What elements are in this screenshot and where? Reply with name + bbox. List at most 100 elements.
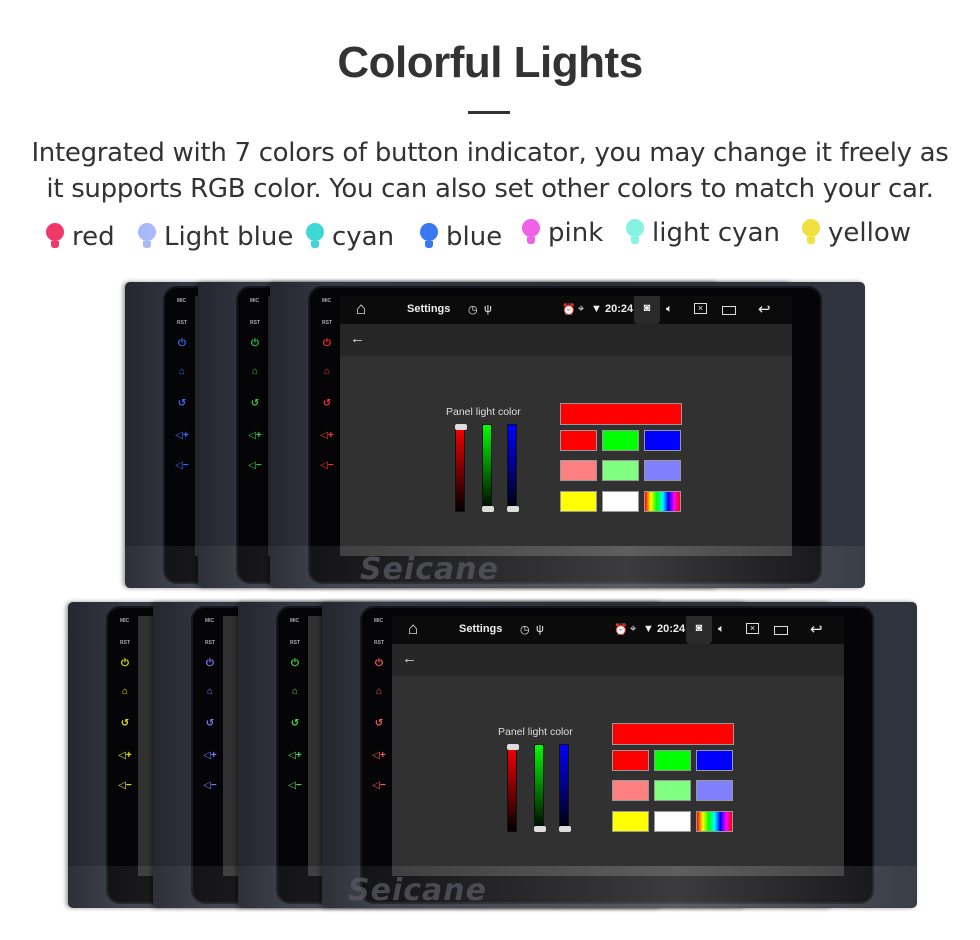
volume-down-button[interactable]: ◁− <box>175 460 189 471</box>
app-title: Settings <box>407 303 451 315</box>
bulb-icon <box>626 219 644 247</box>
volume-down-button[interactable]: ◁− <box>118 780 132 791</box>
blue-slider[interactable] <box>559 744 571 832</box>
color-swatch[interactable] <box>696 750 733 771</box>
back-icon[interactable]: ↩ <box>758 300 771 318</box>
legend-item-yellow: yellow <box>802 218 911 248</box>
wifi-icon: ▼ <box>591 303 602 315</box>
slider-knob[interactable] <box>534 826 546 832</box>
color-swatch[interactable] <box>560 491 597 512</box>
home-button[interactable]: ⌂ <box>118 686 132 697</box>
back-button[interactable]: ↺ <box>175 398 189 409</box>
volume-up-button[interactable]: ◁+ <box>248 430 262 441</box>
red-slider[interactable] <box>507 744 519 832</box>
title-divider <box>468 111 510 114</box>
volume-icon[interactable]: 🔈︎ <box>718 623 725 636</box>
color-swatch[interactable] <box>696 780 733 801</box>
back-arrow-icon[interactable]: ← <box>350 330 365 347</box>
mic-label: MIC <box>322 298 332 304</box>
timer-icon: ◷ <box>468 304 478 316</box>
slider-knob[interactable] <box>507 744 519 750</box>
power-button[interactable]: ⏻ <box>320 338 334 349</box>
volume-down-button[interactable]: ◁− <box>320 460 334 471</box>
volume-up-button[interactable]: ◁+ <box>175 430 189 441</box>
color-swatch[interactable] <box>612 811 649 832</box>
home-button[interactable]: ⌂ <box>203 686 217 697</box>
rst-label: RST <box>290 640 300 646</box>
rst-label: RST <box>374 640 384 646</box>
slider-knob[interactable] <box>559 826 571 832</box>
back-button[interactable]: ↺ <box>248 398 262 409</box>
power-button[interactable]: ⏻ <box>288 658 302 669</box>
volume-up-button[interactable]: ◁+ <box>320 430 334 441</box>
green-slider[interactable] <box>482 424 494 512</box>
blue-slider[interactable] <box>507 424 519 512</box>
power-button[interactable]: ⏻ <box>175 338 189 349</box>
volume-up-button[interactable]: ◁+ <box>372 750 386 761</box>
description-line-2: it supports RGB color. You can also set … <box>46 174 934 204</box>
camera-icon[interactable]: ◙ <box>634 296 660 324</box>
slider-knob[interactable] <box>482 506 494 512</box>
volume-up-button[interactable]: ◁+ <box>288 750 302 761</box>
color-swatch[interactable] <box>654 750 691 771</box>
volume-icon[interactable]: 🔈︎ <box>666 303 673 316</box>
color-swatch[interactable] <box>612 750 649 771</box>
bulb-icon <box>306 223 324 251</box>
home-button[interactable]: ⌂ <box>175 366 189 377</box>
home-icon[interactable]: ⌂ <box>408 619 418 639</box>
power-button[interactable]: ⏻ <box>203 658 217 669</box>
usb-icon: ψ <box>484 303 492 315</box>
color-swatch[interactable] <box>602 491 639 512</box>
volume-up-button[interactable]: ◁+ <box>118 750 132 761</box>
power-button[interactable]: ⏻ <box>372 658 386 669</box>
volume-down-button[interactable]: ◁− <box>203 780 217 791</box>
back-button[interactable]: ↺ <box>288 718 302 729</box>
home-button[interactable]: ⌂ <box>372 686 386 697</box>
volume-down-button[interactable]: ◁− <box>288 780 302 791</box>
mic-label: MIC <box>120 618 130 624</box>
volume-down-button[interactable]: ◁− <box>248 460 262 471</box>
color-swatch[interactable] <box>560 460 597 481</box>
power-button[interactable]: ⏻ <box>248 338 262 349</box>
color-swatch[interactable] <box>644 491 681 512</box>
volume-down-button[interactable]: ◁− <box>372 780 386 791</box>
back-arrow-icon[interactable]: ← <box>402 650 417 667</box>
home-icon[interactable]: ⌂ <box>356 299 366 319</box>
color-swatch[interactable] <box>644 460 681 481</box>
slider-knob[interactable] <box>507 506 519 512</box>
rst-label: RST <box>120 640 130 646</box>
camera-icon[interactable]: ◙ <box>686 616 712 644</box>
color-swatch[interactable] <box>644 430 681 451</box>
color-swatch[interactable] <box>612 780 649 801</box>
green-slider[interactable] <box>534 744 546 832</box>
color-swatch[interactable] <box>602 430 639 451</box>
back-button[interactable]: ↺ <box>320 398 334 409</box>
screen: ⌂ Settings ◷ ψ ⏰ ⌖ ▼ 20:24 ◙ 🔈︎ × ↩ ← Pa… <box>340 296 792 556</box>
color-swatch[interactable] <box>654 780 691 801</box>
panel-light-label: Panel light color <box>446 406 521 418</box>
recent-apps-icon[interactable] <box>774 626 788 635</box>
back-button[interactable]: ↺ <box>118 718 132 729</box>
volume-up-button[interactable]: ◁+ <box>203 750 217 761</box>
color-swatch[interactable] <box>654 811 691 832</box>
close-app-icon[interactable]: × <box>746 623 759 634</box>
bulb-icon <box>420 223 438 251</box>
home-button[interactable]: ⌂ <box>288 686 302 697</box>
slider-knob[interactable] <box>455 424 467 430</box>
red-slider[interactable] <box>455 424 467 512</box>
color-swatch[interactable] <box>560 430 597 451</box>
recent-apps-icon[interactable] <box>722 306 736 315</box>
home-button[interactable]: ⌂ <box>248 366 262 377</box>
power-button[interactable]: ⏻ <box>118 658 132 669</box>
back-button[interactable]: ↺ <box>372 718 386 729</box>
home-button[interactable]: ⌂ <box>320 366 334 377</box>
back-button[interactable]: ↺ <box>203 718 217 729</box>
color-swatch[interactable] <box>696 811 733 832</box>
close-app-icon[interactable]: × <box>694 303 707 314</box>
rst-label: RST <box>322 320 332 326</box>
mic-label: MIC <box>290 618 300 624</box>
color-swatch[interactable] <box>602 460 639 481</box>
head-unit-front-bottom: MIC RST ⏻ ⌂ ↺ ◁+ ◁− ⌂ Settings ◷ ψ ⏰ ⌖ ▼ 20:… <box>322 602 917 908</box>
alarm-icon: ⏰ <box>614 624 628 636</box>
back-icon[interactable]: ↩ <box>810 620 823 638</box>
